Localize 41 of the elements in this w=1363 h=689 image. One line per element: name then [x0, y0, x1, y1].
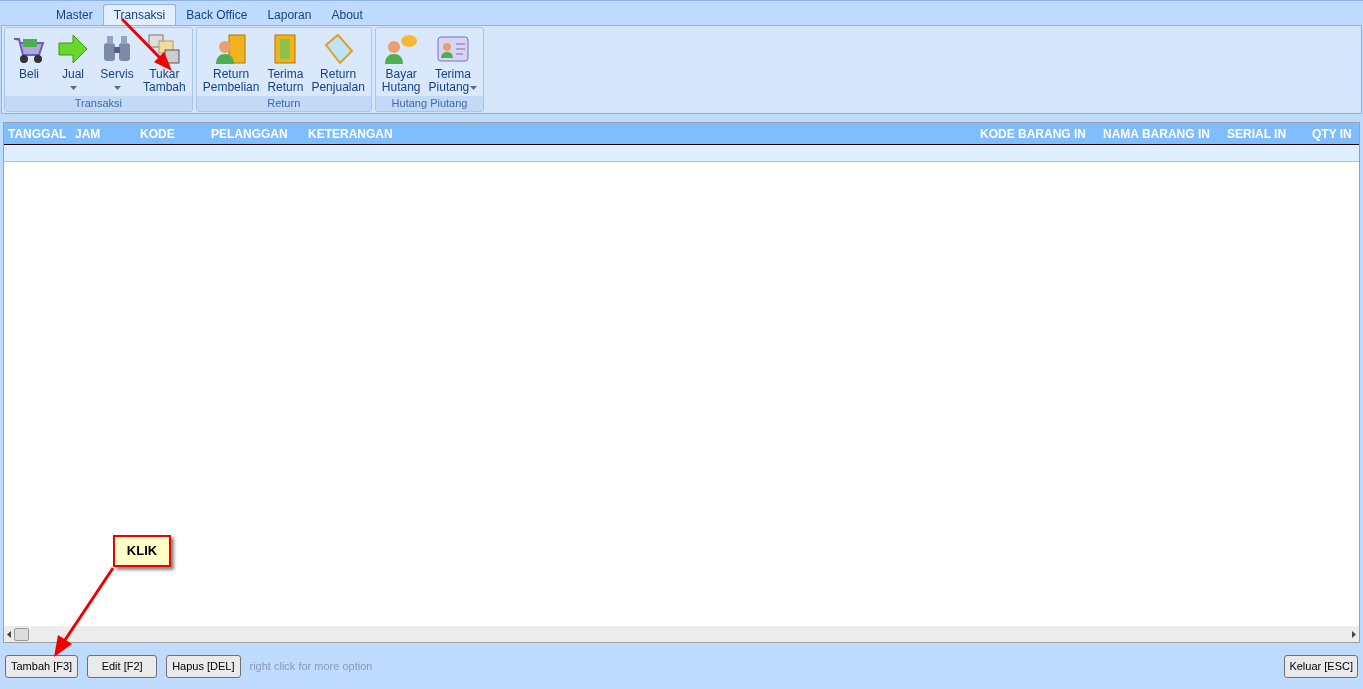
- clipboard-icon: [322, 33, 355, 65]
- callout-box: KLIK: [113, 535, 171, 567]
- ribbon-tab[interactable]: Back Office: [176, 4, 258, 25]
- column-header: SERIAL IN: [1226, 125, 1288, 143]
- column-header: KODE BARANG IN: [979, 125, 1087, 143]
- ribbon-tab[interactable]: Master: [46, 4, 103, 25]
- action-button[interactable]: Edit [F2]: [87, 654, 158, 678]
- ribbon-button[interactable]: Bayar Hutang: [377, 30, 425, 96]
- ribbon-button[interactable]: Terima Return: [263, 30, 308, 96]
- ribbon-tab[interactable]: Laporan: [257, 4, 322, 25]
- column-header: QTY IN: [1311, 125, 1353, 143]
- ribbon-button[interactable]: Return Pembelian: [198, 30, 264, 96]
- scroll-right-icon[interactable]: [1352, 630, 1356, 638]
- group-title: Return: [196, 96, 371, 111]
- column-header: NAMA BARANG IN: [1102, 125, 1211, 143]
- exit-button[interactable]: Keluar [ESC]: [1284, 654, 1358, 678]
- ribbon-button[interactable]: Beli: [7, 30, 51, 96]
- action-button[interactable]: Tambah [F3]: [5, 654, 79, 678]
- ribbon-button[interactable]: Jual: [51, 30, 95, 96]
- column-header: JAM: [74, 125, 102, 143]
- column-header: KETERANGAN: [307, 125, 394, 143]
- arrow-right-icon: [57, 33, 89, 65]
- column-header: PELANGGAN: [210, 125, 289, 143]
- id-card-icon: [435, 33, 470, 65]
- ribbon-tab[interactable]: Transaksi: [102, 4, 177, 25]
- column-header: TANGGAL: [7, 125, 68, 143]
- squares-icon: [147, 33, 182, 65]
- ribbon-button[interactable]: Servis: [95, 30, 139, 96]
- group-title: Hutang Piutang: [375, 96, 484, 111]
- person-speech-icon: [384, 33, 419, 65]
- ribbon-button[interactable]: Tukar Tambah: [139, 30, 190, 96]
- action-button[interactable]: Hapus [DEL]: [166, 654, 241, 678]
- group-title: Transaksi: [5, 96, 192, 111]
- scroll-left-icon[interactable]: [7, 630, 11, 638]
- person-door-icon: [215, 33, 248, 65]
- hint-text: right click for more option: [249, 658, 373, 674]
- ribbon-button[interactable]: Terima Piutang: [424, 30, 482, 96]
- column-header: KODE: [139, 125, 176, 143]
- ribbon-button[interactable]: Return Penjualan: [307, 30, 369, 96]
- ribbon-tab[interactable]: About: [321, 4, 373, 25]
- scroll-thumb[interactable]: [14, 627, 29, 641]
